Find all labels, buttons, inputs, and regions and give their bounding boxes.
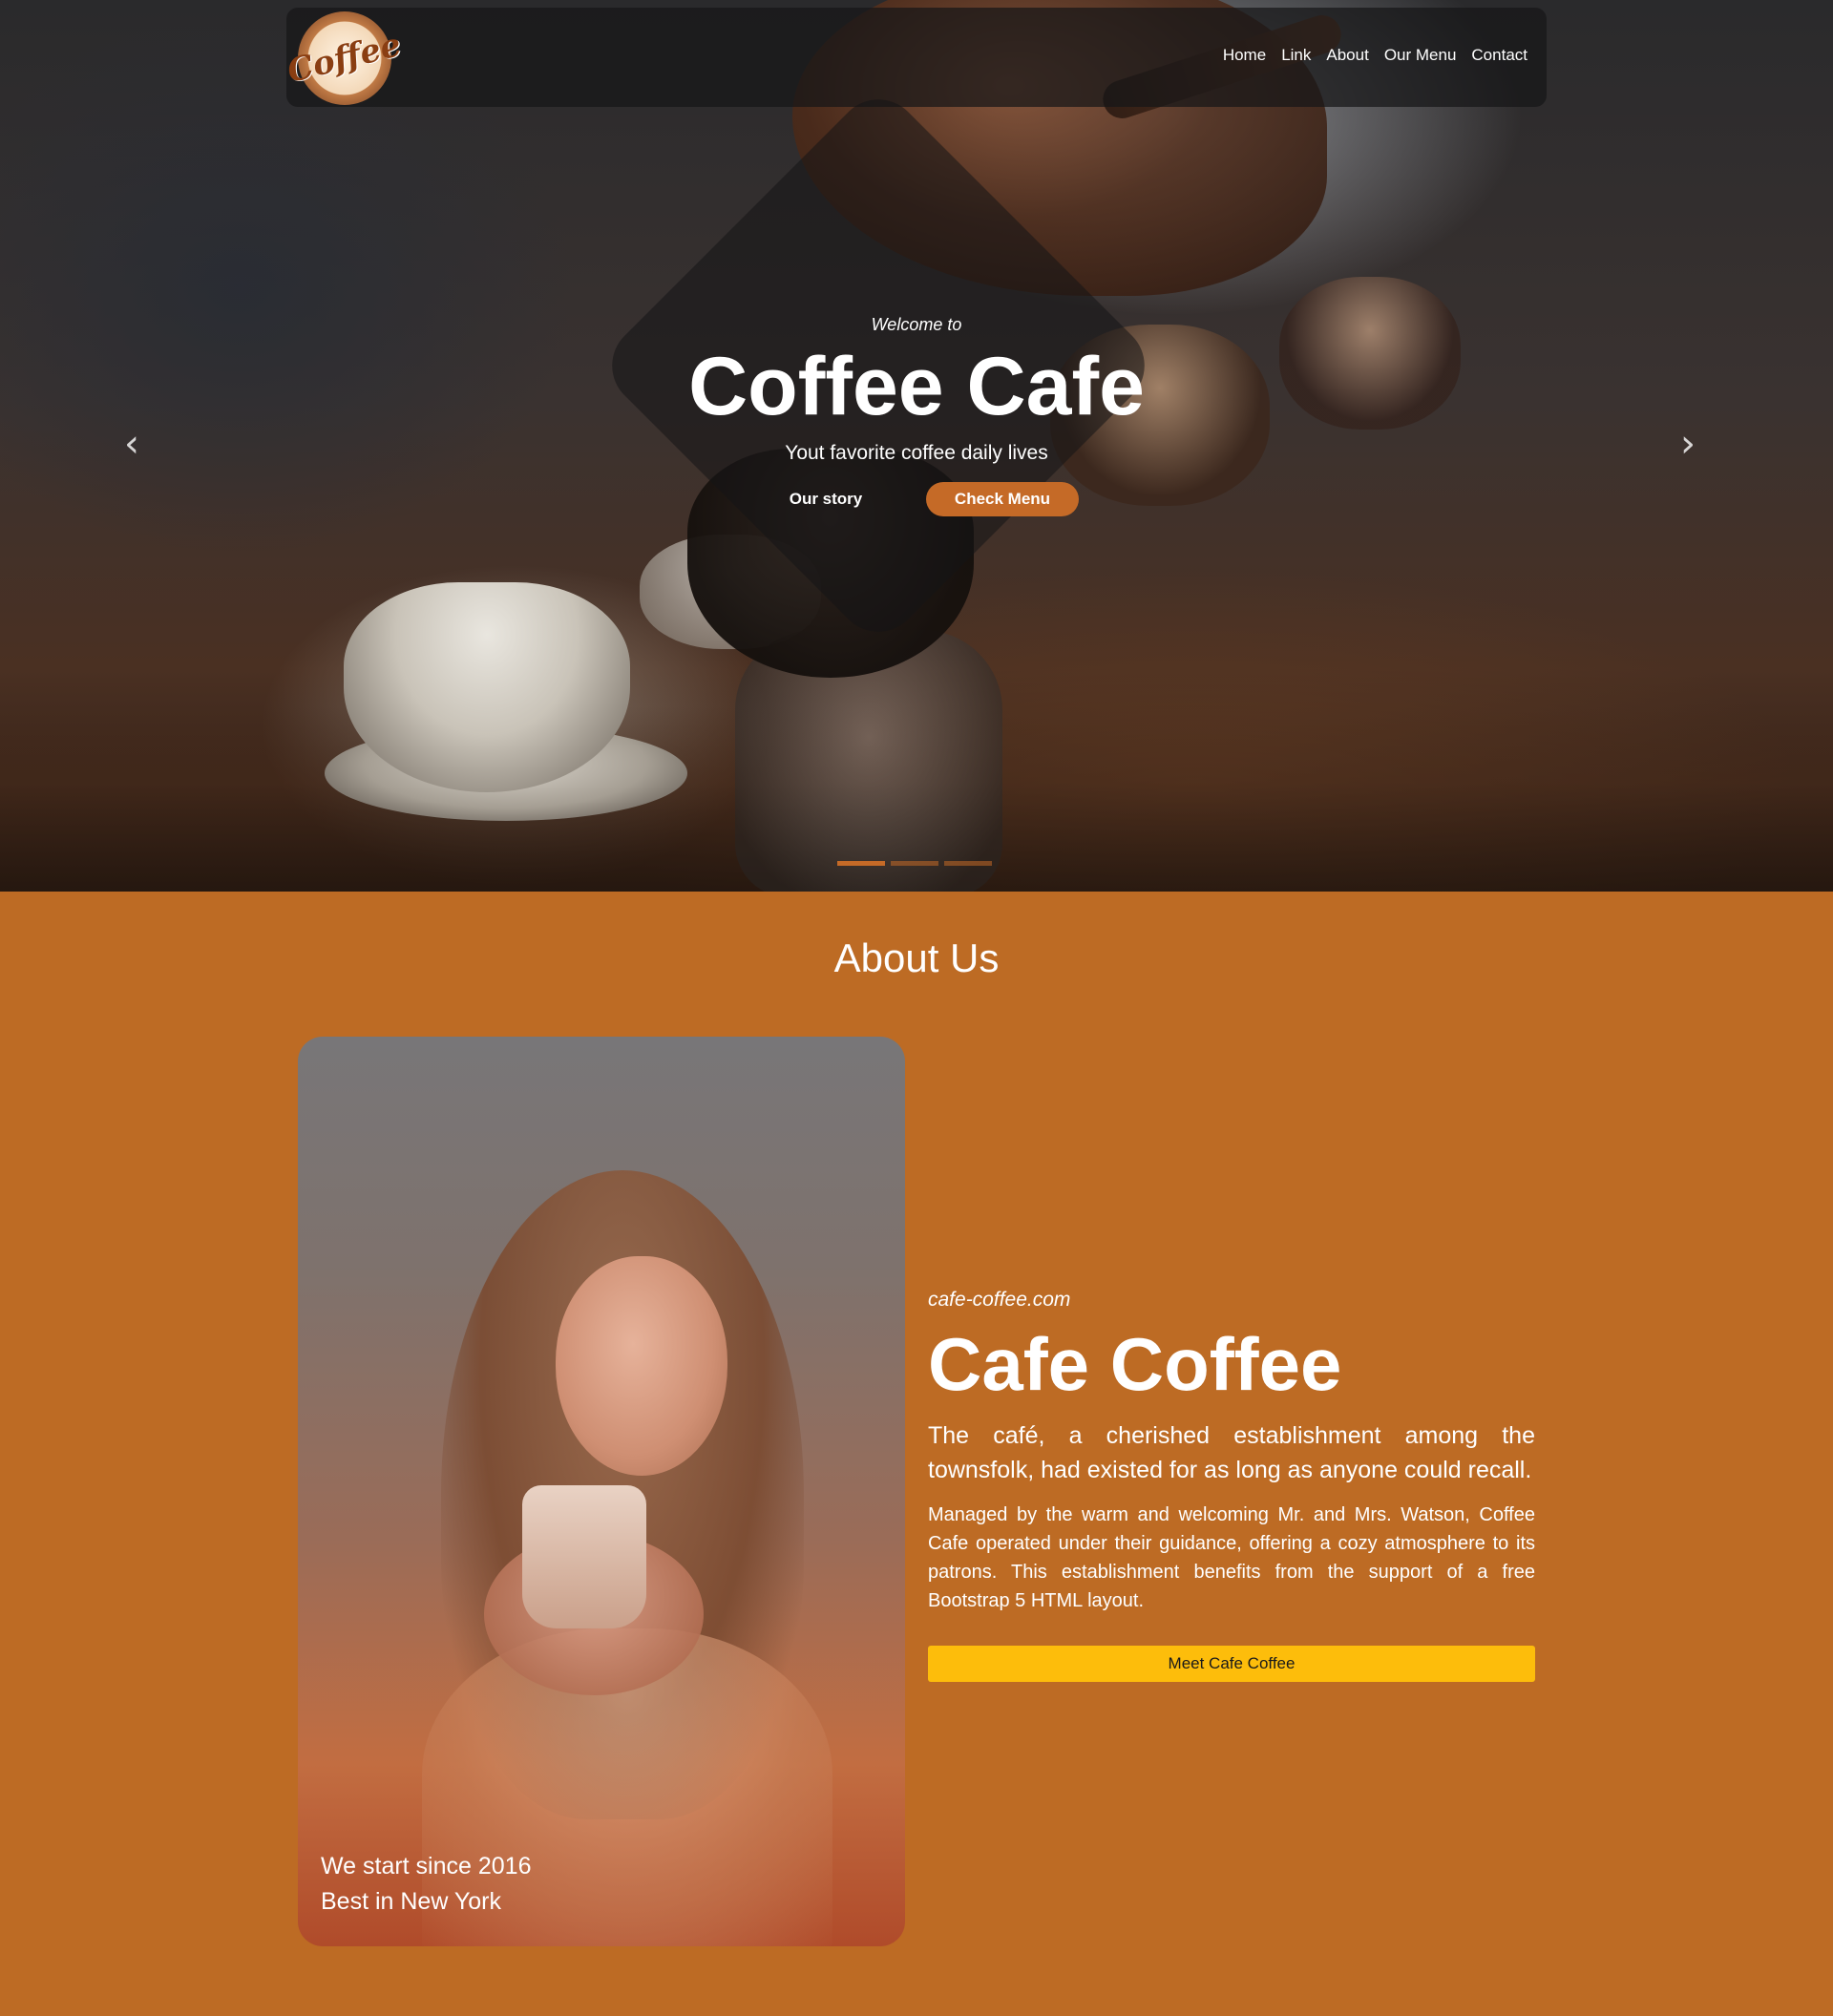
woman-face-image <box>556 1256 727 1476</box>
hero-cup-image <box>344 582 630 792</box>
hero-buttons: Our story Check Menu <box>535 482 1298 516</box>
logo-text: Coffee <box>284 25 406 92</box>
nav-link-contact[interactable]: Contact <box>1471 46 1528 65</box>
carousel-indicators <box>837 861 992 866</box>
nav-link-about[interactable]: About <box>1326 46 1368 65</box>
lead-paragraph: The café, a cherished establishment amon… <box>928 1422 1535 1483</box>
carousel-indicator-2[interactable] <box>891 861 938 866</box>
nav-link-home[interactable]: Home <box>1223 46 1266 65</box>
hero-subtitle: Yout favorite coffee daily lives <box>785 442 1048 464</box>
hero-welcome: Welcome to <box>871 315 962 334</box>
caption-since: We start since 2016 <box>321 1853 532 1880</box>
about-content: cafe-coffee.com Cafe Coffee The café, a … <box>928 1289 1535 1682</box>
cafe-heading: Cafe Coffee <box>928 1322 1342 1406</box>
coffee-logo[interactable]: Coffee <box>284 11 406 105</box>
about-title: About Us <box>833 935 1000 980</box>
hero-caption: Welcome to Coffee Cafe Yout favorite cof… <box>535 315 1298 516</box>
meet-cafe-coffee-button[interactable]: Meet Cafe Coffee <box>928 1646 1535 1682</box>
carousel-next-icon[interactable]: › <box>1680 425 1709 463</box>
body-paragraph: Managed by the warm and welcoming Mr. an… <box>928 1504 1535 1611</box>
photo-caption: We start since 2016 Best in New York <box>321 1849 531 1920</box>
our-story-button[interactable]: Our story <box>754 482 897 516</box>
nav-link-link[interactable]: Link <box>1281 46 1311 65</box>
barista-photo-card: We start since 2016 Best in New York <box>298 1037 905 1946</box>
caption-best: Best in New York <box>321 1888 501 1915</box>
site-domain: cafe-coffee.com <box>928 1289 1071 1311</box>
hero-carousel: Coffee Home Link About Our Menu Contact … <box>0 0 1833 892</box>
nav-link-our-menu[interactable]: Our Menu <box>1384 46 1457 65</box>
carousel-indicator-1[interactable] <box>837 861 885 866</box>
check-menu-button[interactable]: Check Menu <box>926 482 1079 516</box>
hero-dripper-image <box>1279 277 1461 430</box>
nav-links: Home Link About Our Menu Contact <box>1223 46 1528 65</box>
navbar: Coffee Home Link About Our Menu Contact <box>284 8 1547 107</box>
carousel-prev-icon[interactable]: ‹ <box>124 425 153 463</box>
coffee-mug-image <box>522 1485 646 1628</box>
hero-title: Coffee Cafe <box>688 341 1145 432</box>
carousel-indicator-3[interactable] <box>944 861 992 866</box>
